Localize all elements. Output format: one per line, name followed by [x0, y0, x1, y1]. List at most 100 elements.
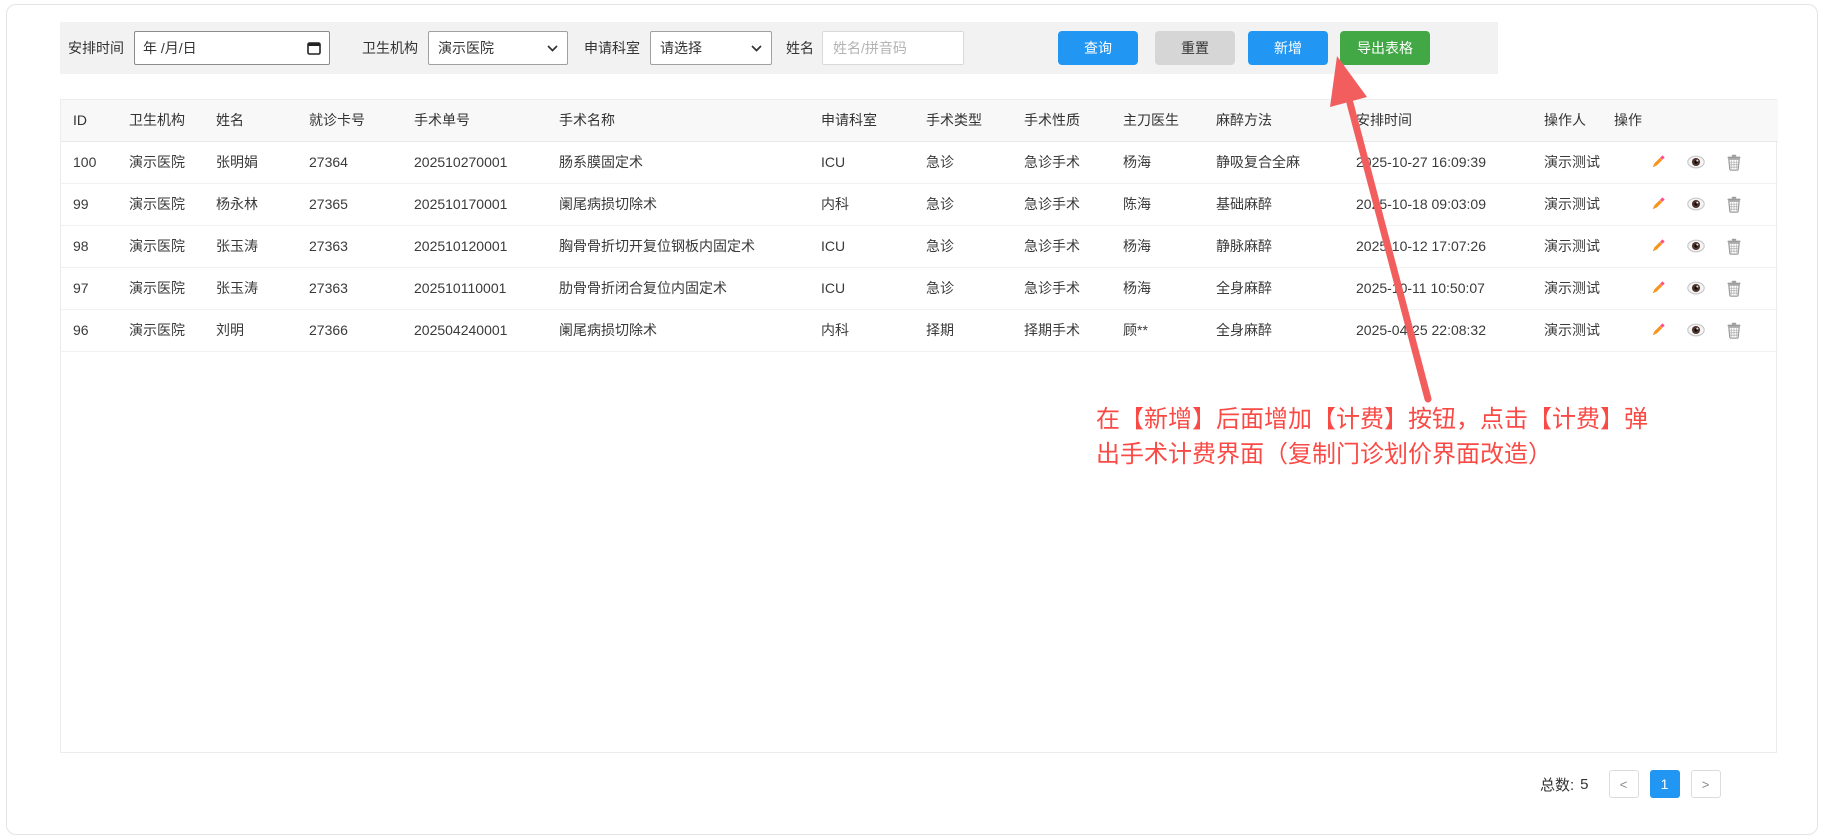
reset-button[interactable]: 重置 — [1155, 31, 1235, 65]
cell-card_no: 27363 — [297, 225, 402, 267]
delete-trash-icon[interactable] — [1725, 237, 1743, 255]
view-eye-icon[interactable] — [1687, 321, 1705, 339]
annotation-note: 在【新增】后面增加【计费】按钮，点击【计费】弹 出手术计费界面（复制门诊划价界面… — [1096, 402, 1648, 472]
cell-operator: 演示测试 — [1532, 225, 1602, 267]
export-button[interactable]: 导出表格 — [1340, 31, 1430, 65]
column-header: 操作人 — [1532, 100, 1602, 141]
cell-dept: 内科 — [809, 309, 914, 351]
filter-bar: 安排时间 年 /月/日 卫生机构 演示医院 申请科室 请选择 姓名 查询 重置 … — [60, 22, 1498, 74]
cell-dept: ICU — [809, 141, 914, 183]
row-actions-cell — [1602, 225, 1778, 267]
cell-type: 急诊 — [914, 183, 1012, 225]
cell-id: 100 — [61, 141, 117, 183]
cell-card_no: 27363 — [297, 267, 402, 309]
org-filter-label: 卫生机构 — [362, 38, 418, 58]
total-label: 总数: — [1540, 774, 1574, 795]
edit-pencil-icon[interactable] — [1649, 153, 1667, 171]
cell-operator: 演示测试 — [1532, 309, 1602, 351]
cell-org: 演示医院 — [117, 267, 204, 309]
view-eye-icon[interactable] — [1687, 195, 1705, 213]
table-row: 97演示医院张玉涛27363202510110001肋骨骨折闭合复位内固定术IC… — [61, 267, 1778, 309]
org-select[interactable]: 演示医院 — [428, 31, 568, 65]
cell-nature: 急诊手术 — [1012, 183, 1111, 225]
view-eye-icon[interactable] — [1687, 279, 1705, 297]
chevron-down-icon — [547, 45, 558, 52]
cell-anesthesia: 基础麻醉 — [1204, 183, 1344, 225]
cell-card_no: 27364 — [297, 141, 402, 183]
column-header: 手术单号 — [402, 100, 547, 141]
name-input[interactable] — [822, 31, 964, 65]
column-header: 就诊卡号 — [297, 100, 402, 141]
row-actions-cell — [1602, 141, 1778, 183]
cell-id: 98 — [61, 225, 117, 267]
column-header: 手术性质 — [1012, 100, 1111, 141]
annotation-line-1: 在【新增】后面增加【计费】按钮，点击【计费】弹 — [1096, 402, 1648, 437]
cell-order_no: 202510170001 — [402, 183, 547, 225]
cell-org: 演示医院 — [117, 183, 204, 225]
date-input[interactable]: 年 /月/日 — [134, 31, 330, 65]
pagination: 总数: 5 < 1 > — [1540, 770, 1721, 798]
name-filter-label: 姓名 — [786, 38, 814, 58]
edit-pencil-icon[interactable] — [1649, 195, 1667, 213]
cell-surgeon: 顾** — [1111, 309, 1204, 351]
cell-nature: 急诊手术 — [1012, 141, 1111, 183]
cell-id: 99 — [61, 183, 117, 225]
cell-dept: 内科 — [809, 183, 914, 225]
delete-trash-icon[interactable] — [1725, 153, 1743, 171]
column-header: ID — [61, 100, 117, 141]
delete-trash-icon[interactable] — [1725, 321, 1743, 339]
cell-name: 张明娟 — [204, 141, 297, 183]
delete-trash-icon[interactable] — [1725, 195, 1743, 213]
cell-order_no: 202510120001 — [402, 225, 547, 267]
date-filter-label: 安排时间 — [68, 38, 124, 58]
row-actions-cell — [1602, 267, 1778, 309]
table-row: 100演示医院张明娟27364202510270001肠系膜固定术ICU急诊急诊… — [61, 141, 1778, 183]
table-header-row: ID卫生机构姓名就诊卡号手术单号手术名称申请科室手术类型手术性质主刀医生麻醉方法… — [61, 100, 1778, 141]
cell-surgery: 肠系膜固定术 — [547, 141, 809, 183]
view-eye-icon[interactable] — [1687, 153, 1705, 171]
edit-pencil-icon[interactable] — [1649, 321, 1667, 339]
add-button[interactable]: 新增 — [1248, 31, 1328, 65]
dept-select[interactable]: 请选择 — [650, 31, 772, 65]
cell-org: 演示医院 — [117, 225, 204, 267]
next-page-button[interactable]: > — [1691, 770, 1721, 798]
cell-card_no: 27366 — [297, 309, 402, 351]
edit-pencil-icon[interactable] — [1649, 279, 1667, 297]
column-header: 安排时间 — [1344, 100, 1532, 141]
cell-surgeon: 陈海 — [1111, 183, 1204, 225]
cell-order_no: 202510110001 — [402, 267, 547, 309]
column-header: 申请科室 — [809, 100, 914, 141]
cell-time: 2025-10-12 17:07:26 — [1344, 225, 1532, 267]
cell-operator: 演示测试 — [1532, 267, 1602, 309]
cell-name: 杨永林 — [204, 183, 297, 225]
row-actions-cell — [1602, 309, 1778, 351]
search-button[interactable]: 查询 — [1058, 31, 1138, 65]
delete-trash-icon[interactable] — [1725, 279, 1743, 297]
calendar-icon[interactable] — [307, 41, 321, 55]
surgery-schedule-page: 安排时间 年 /月/日 卫生机构 演示医院 申请科室 请选择 姓名 查询 重置 … — [0, 0, 1824, 839]
cell-name: 张玉涛 — [204, 225, 297, 267]
annotation-line-2: 出手术计费界面（复制门诊划价界面改造） — [1096, 437, 1648, 472]
prev-page-button[interactable]: < — [1609, 770, 1639, 798]
column-header: 姓名 — [204, 100, 297, 141]
chevron-down-icon — [751, 45, 762, 52]
cell-name: 刘明 — [204, 309, 297, 351]
cell-nature: 择期手术 — [1012, 309, 1111, 351]
total-count: 5 — [1580, 776, 1588, 793]
edit-pencil-icon[interactable] — [1649, 237, 1667, 255]
cell-surgeon: 杨海 — [1111, 267, 1204, 309]
dept-filter-label: 申请科室 — [584, 38, 640, 58]
page-1-button[interactable]: 1 — [1650, 770, 1680, 798]
cell-id: 97 — [61, 267, 117, 309]
column-header: 手术名称 — [547, 100, 809, 141]
cell-surgery: 肋骨骨折闭合复位内固定术 — [547, 267, 809, 309]
org-select-value: 演示医院 — [438, 38, 494, 58]
cell-card_no: 27365 — [297, 183, 402, 225]
dept-select-value: 请选择 — [660, 38, 702, 58]
cell-org: 演示医院 — [117, 309, 204, 351]
cell-anesthesia: 全身麻醉 — [1204, 309, 1344, 351]
view-eye-icon[interactable] — [1687, 237, 1705, 255]
cell-type: 急诊 — [914, 225, 1012, 267]
cell-type: 择期 — [914, 309, 1012, 351]
cell-anesthesia: 静吸复合全麻 — [1204, 141, 1344, 183]
